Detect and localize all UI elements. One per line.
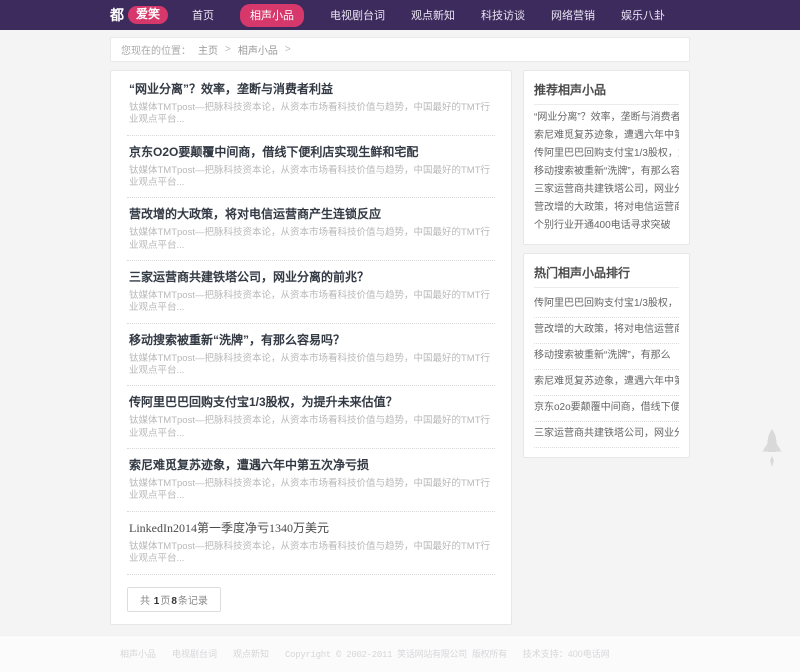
recommend-box: 推荐相声小品 “网业分离”？效率，垄断与消费者利益 索尼难觅复苏迹象，遭遇六年中…	[523, 70, 690, 245]
footer-link-viewpoints[interactable]: 观点新知	[233, 647, 269, 660]
pagination-summary: 共 1页8条记录	[127, 587, 221, 612]
article-title-link[interactable]: LinkedIn2014第一季度净亏1340万美元	[129, 521, 493, 536]
article-summary: 钛媒体TMTpost—把脉科技资本论，从资本市场看科技价值与趋势，中国最好的TM…	[129, 290, 493, 315]
article-summary: 钛媒体TMTpost—把脉科技资本论，从资本市场看科技价值与趋势，中国最好的TM…	[129, 415, 493, 440]
breadcrumb: 您现在的位置： 主页 > 相声小品 >	[110, 37, 690, 62]
article-item: 移动搜索被重新“洗牌”，有那么容易吗？ 钛媒体TMTpost—把脉科技资本论，从…	[127, 324, 495, 387]
hot-ranking-link[interactable]: 京东o2o要颠覆中间商，借线下便	[534, 396, 679, 422]
pagination-page-number: 1	[154, 596, 160, 607]
article-list: “网业分离”？效率，垄断与消费者利益 钛媒体TMTpost—把脉科技资本论，从资…	[110, 70, 512, 625]
article-item: 京东O2O要颠覆中间商，借线下便利店实现生鲜和宅配 钛媒体TMTpost—把脉科…	[127, 136, 495, 199]
footer-link-xiangsheng[interactable]: 相声小品	[120, 647, 156, 660]
recommend-link[interactable]: 索尼难觅复苏迹象，遭遇六年中第五次净	[534, 127, 679, 145]
footer-tech-support: 技术支持：400电话网	[523, 647, 610, 660]
nav-item-tech-interview[interactable]: 科技访谈	[481, 7, 525, 23]
breadcrumb-separator: >	[225, 44, 231, 55]
nav-item-viewpoints[interactable]: 观点新知	[411, 7, 455, 23]
article-title-link[interactable]: 移动搜索被重新“洗牌”，有那么容易吗？	[129, 333, 493, 348]
site-footer: 相声小品 电视剧台词 观点新知 Copyright © 2002-2011 笑话…	[0, 635, 800, 672]
sidebar: 推荐相声小品 “网业分离”？效率，垄断与消费者利益 索尼难觅复苏迹象，遭遇六年中…	[523, 70, 690, 458]
breadcrumb-separator-2: >	[285, 44, 291, 55]
recommend-link[interactable]: 个别行业开通400电话寻求突破	[534, 217, 679, 235]
hot-ranking-title: 热门相声小品排行	[534, 262, 679, 288]
nav-item-gossip[interactable]: 娱乐八卦	[621, 7, 665, 23]
article-summary: 钛媒体TMTpost—把脉科技资本论，从资本市场看科技价值与趋势，中国最好的TM…	[129, 541, 493, 566]
footer-copyright: Copyright © 2002-2011 笑话网站有限公司 版权所有	[285, 647, 507, 660]
article-summary: 钛媒体TMTpost—把脉科技资本论，从资本市场看科技价值与趋势，中国最好的TM…	[129, 353, 493, 378]
article-summary: 钛媒体TMTpost—把脉科技资本论，从资本市场看科技价值与趋势，中国最好的TM…	[129, 102, 493, 127]
hot-ranking-box: 热门相声小品排行 传阿里巴巴回购支付宝1/3股权， 营改增的大政策，将对电信运营…	[523, 253, 690, 458]
article-item: 索尼难觅复苏迹象，遭遇六年中第五次净亏损 钛媒体TMTpost—把脉科技资本论，…	[127, 449, 495, 512]
hot-ranking-link[interactable]: 索尼难觅复苏迹象，遭遇六年中第	[534, 370, 679, 396]
rocket-icon	[758, 428, 786, 468]
article-summary: 钛媒体TMTpost—把脉科技资本论，从资本市场看科技价值与趋势，中国最好的TM…	[129, 227, 493, 252]
nav-item-xiangsheng-active[interactable]: 相声小品	[240, 4, 304, 27]
article-title-link[interactable]: 营改增的大政策，将对电信运营商产生连锁反应	[129, 207, 493, 222]
article-title-link[interactable]: 京东O2O要颠覆中间商，借线下便利店实现生鲜和宅配	[129, 145, 493, 160]
site-logo[interactable]: 都 爱笑	[110, 5, 168, 25]
hot-ranking-link[interactable]: 移动搜索被重新“洗牌”，有那么	[534, 344, 679, 370]
footer-link-tv-lines[interactable]: 电视剧台词	[172, 647, 217, 660]
nav-item-home[interactable]: 首页	[192, 7, 214, 23]
recommend-link[interactable]: “网业分离”？效率，垄断与消费者利益	[534, 109, 679, 127]
recommend-list: “网业分离”？效率，垄断与消费者利益 索尼难觅复苏迹象，遭遇六年中第五次净 传阿…	[534, 109, 679, 235]
hot-ranking-list: 传阿里巴巴回购支付宝1/3股权， 营改增的大政策，将对电信运营商 移动搜索被重新…	[534, 292, 679, 448]
hot-ranking-link[interactable]: 传阿里巴巴回购支付宝1/3股权，	[534, 292, 679, 318]
article-summary: 钛媒体TMTpost—把脉科技资本论，从资本市场看科技价值与趋势，中国最好的TM…	[129, 478, 493, 503]
article-item: 营改增的大政策，将对电信运营商产生连锁反应 钛媒体TMTpost—把脉科技资本论…	[127, 198, 495, 261]
pagination: 共 1页8条记录	[127, 587, 495, 612]
article-item: 三家运营商共建铁塔公司，网业分离的前兆？ 钛媒体TMTpost—把脉科技资本论，…	[127, 261, 495, 324]
breadcrumb-current-link[interactable]: 相声小品	[238, 42, 278, 57]
article-title-link[interactable]: 三家运营商共建铁塔公司，网业分离的前兆？	[129, 270, 493, 285]
site-header: 都 爱笑 首页 相声小品 电视剧台词 观点新知 科技访谈 网络营销 娱乐八卦	[0, 0, 800, 30]
recommend-link[interactable]: 移动搜索被重新“洗牌”，有那么容易吗	[534, 163, 679, 181]
article-title-link[interactable]: 索尼难觅复苏迹象，遭遇六年中第五次净亏损	[129, 458, 493, 473]
recommend-link[interactable]: 三家运营商共建铁塔公司，网业分离的前	[534, 181, 679, 199]
nav-item-marketing[interactable]: 网络营销	[551, 7, 595, 23]
recommend-link[interactable]: 营改增的大政策，将对电信运营商产生连	[534, 199, 679, 217]
article-item: 传阿里巴巴回购支付宝1/3股权，为提升未来估值？ 钛媒体TMTpost—把脉科技…	[127, 386, 495, 449]
pagination-record-count: 8	[171, 596, 177, 607]
article-title-link[interactable]: “网业分离”？效率，垄断与消费者利益	[129, 82, 493, 97]
hot-ranking-link[interactable]: 三家运营商共建铁塔公司，网业分	[534, 422, 679, 448]
article-summary: 钛媒体TMTpost—把脉科技资本论，从资本市场看科技价值与趋势，中国最好的TM…	[129, 165, 493, 190]
recommend-title: 推荐相声小品	[534, 79, 679, 105]
article-item: LinkedIn2014第一季度净亏1340万美元 钛媒体TMTpost—把脉科…	[127, 512, 495, 575]
logo-text: 都	[110, 5, 124, 25]
breadcrumb-label: 您现在的位置：	[121, 42, 191, 57]
article-item: “网业分离”？效率，垄断与消费者利益 钛媒体TMTpost—把脉科技资本论，从资…	[127, 73, 495, 136]
breadcrumb-home-link[interactable]: 主页	[198, 42, 218, 57]
back-to-top-button[interactable]	[758, 428, 786, 468]
hot-ranking-link[interactable]: 营改增的大政策，将对电信运营商	[534, 318, 679, 344]
article-title-link[interactable]: 传阿里巴巴回购支付宝1/3股权，为提升未来估值？	[129, 395, 493, 410]
recommend-link[interactable]: 传阿里巴巴回购支付宝1/3股权，为提升	[534, 145, 679, 163]
nav-item-tv-lines[interactable]: 电视剧台词	[330, 7, 385, 23]
logo-badge: 爱笑	[128, 6, 168, 25]
main-nav: 首页 相声小品 电视剧台词 观点新知 科技访谈 网络营销 娱乐八卦	[192, 4, 665, 27]
